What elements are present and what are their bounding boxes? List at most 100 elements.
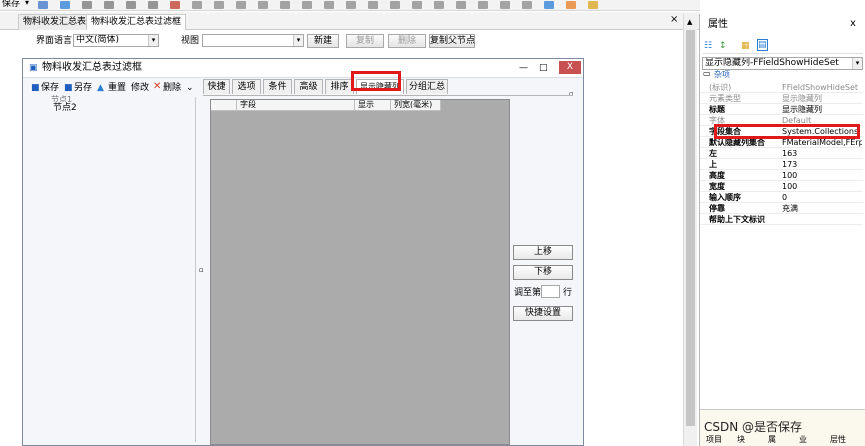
tree-save-button[interactable]: 保存 (41, 82, 59, 94)
property-value[interactable]: 173 (782, 160, 862, 170)
link-icon[interactable] (544, 1, 554, 9)
copy-icon[interactable] (104, 1, 114, 9)
property-row[interactable]: 停靠 充满 (700, 204, 863, 214)
save-icon[interactable] (60, 1, 70, 9)
categorized-icon[interactable]: ☷ (704, 40, 712, 52)
tree-node-2[interactable]: 节点2 (53, 102, 77, 114)
tab-group-summary[interactable]: 分组汇总 (406, 79, 448, 94)
tree-reset-button[interactable]: 重置 (108, 82, 126, 94)
property-row[interactable]: 默认隐藏列集合 FMaterialModel,FErp (700, 138, 863, 148)
properties-bottom-tab[interactable]: 属 (768, 434, 776, 446)
properties-icon[interactable]: ▦ (741, 40, 750, 52)
tab-advanced[interactable]: 高级 (294, 79, 323, 94)
property-row[interactable]: 宽度 100 (700, 182, 863, 192)
cut-icon[interactable] (82, 1, 92, 9)
layout-icon[interactable] (478, 1, 488, 9)
properties-bottom-tab[interactable]: 业 (799, 434, 807, 446)
align-icon[interactable] (324, 1, 334, 9)
minimize-icon[interactable]: — (519, 62, 528, 74)
property-row[interactable]: 上 173 (700, 160, 863, 170)
adjust-to-input[interactable] (541, 285, 560, 298)
resize-handle[interactable]: ▫ (569, 88, 574, 100)
layout-icon[interactable] (456, 1, 466, 9)
property-value[interactable]: 显示隐藏列 (782, 105, 862, 115)
scroll-thumb[interactable] (686, 30, 695, 426)
delete-icon[interactable] (170, 1, 180, 9)
copy-button[interactable]: 复制 (346, 34, 384, 48)
align-icon[interactable] (192, 1, 202, 9)
align-icon[interactable] (236, 1, 246, 9)
property-value[interactable]: 163 (782, 149, 862, 159)
layout-icon[interactable] (500, 1, 510, 9)
maximize-icon[interactable]: □ (539, 62, 548, 74)
object-select[interactable]: 显示隐藏列-FFieldShowHideSet ▾ (702, 57, 863, 70)
columns-grid[interactable]: 字段 显示 列宽(毫米) (210, 99, 510, 445)
delete-button[interactable]: 删除 (388, 34, 426, 48)
move-down-button[interactable]: 下移 (513, 265, 573, 280)
doc-tab-filter[interactable]: 物料收发汇总表过滤框 (86, 14, 187, 30)
tab-options[interactable]: 选项 (232, 79, 261, 94)
property-row[interactable]: 元素类型 显示隐藏列 (700, 94, 863, 104)
align-icon[interactable] (346, 1, 356, 9)
property-row[interactable]: (标识) FFieldShowHideSet (700, 83, 863, 93)
property-value[interactable]: FMaterialModel,FErp (782, 138, 862, 148)
align-icon[interactable] (302, 1, 312, 9)
quick-settings-button[interactable]: 快捷设置 (513, 306, 573, 321)
tree-modify-button[interactable]: 修改 (131, 82, 149, 94)
events-icon[interactable]: ▤ (757, 39, 768, 51)
property-value[interactable]: 100 (782, 171, 862, 181)
scroll-up-icon[interactable]: ▲ (687, 16, 692, 28)
doc-close-icon[interactable]: × (670, 14, 678, 26)
vertical-scrollbar[interactable]: ▲ (683, 14, 697, 446)
align-icon[interactable] (280, 1, 290, 9)
chevron-down-icon[interactable]: ▾ (25, 0, 29, 9)
align-icon[interactable] (258, 1, 268, 9)
property-value[interactable]: 100 (782, 182, 862, 192)
tab-quick[interactable]: 快捷 (203, 79, 230, 94)
layout-icon[interactable] (434, 1, 444, 9)
align-icon[interactable] (390, 1, 400, 9)
properties-bottom-tab[interactable]: 层性 (830, 434, 846, 446)
tab-sort[interactable]: 排序 (325, 79, 354, 94)
align-icon[interactable] (368, 1, 378, 9)
link-icon[interactable] (566, 1, 576, 9)
grid-header-visible[interactable]: 显示 (355, 100, 391, 111)
new-button[interactable]: 新建 (307, 34, 339, 48)
properties-bottom-tab[interactable]: 块 (737, 434, 745, 446)
align-icon[interactable] (412, 1, 422, 9)
property-value[interactable]: 充满 (782, 204, 862, 214)
copy-parent-button[interactable]: 复制父节点 (429, 34, 475, 48)
property-value[interactable]: 显示隐藏列 (782, 94, 862, 104)
redo-icon[interactable] (148, 1, 158, 9)
property-row[interactable]: 输入顺序 0 (700, 193, 863, 203)
property-row[interactable]: 帮助上下文标识 (700, 215, 863, 225)
sort-icon[interactable]: ↕ (719, 40, 727, 52)
grid-header-width[interactable]: 列宽(毫米) (391, 100, 441, 111)
close-icon[interactable]: x (850, 18, 856, 30)
layout-icon[interactable] (522, 1, 532, 9)
view-select[interactable]: ▾ (202, 34, 304, 47)
move-up-button[interactable]: 上移 (513, 245, 573, 260)
grid-header-field[interactable]: 字段 (237, 100, 355, 111)
resize-handle[interactable]: ▫ (199, 264, 204, 276)
tree-save-as-button[interactable]: 另存 (74, 82, 92, 94)
property-value[interactable]: 0 (782, 193, 862, 203)
new-icon[interactable] (38, 1, 48, 9)
chevron-down-icon[interactable]: ⌄ (186, 82, 194, 94)
splitter[interactable] (195, 97, 196, 442)
tree-delete-button[interactable]: 删除 (163, 82, 181, 94)
doc-tab-summary[interactable]: 物料收发汇总表 (18, 14, 92, 30)
save-menu[interactable]: 保存 (2, 0, 20, 10)
tab-conditions[interactable]: 条件 (263, 79, 292, 94)
grid-header-select[interactable] (211, 100, 237, 111)
align-icon[interactable] (214, 1, 224, 9)
language-select[interactable]: 中文(简体) ▾ (73, 34, 159, 47)
property-row[interactable]: 标题 显示隐藏列 (700, 105, 863, 115)
lock-icon[interactable] (588, 1, 598, 9)
undo-icon[interactable] (126, 1, 136, 9)
property-value[interactable]: FFieldShowHideSet (782, 83, 862, 93)
properties-bottom-tab[interactable]: 项目 (706, 434, 722, 446)
close-button[interactable]: X (559, 61, 581, 74)
property-row[interactable]: 左 163 (700, 149, 863, 159)
collapse-icon[interactable]: ▭ (703, 69, 711, 79)
